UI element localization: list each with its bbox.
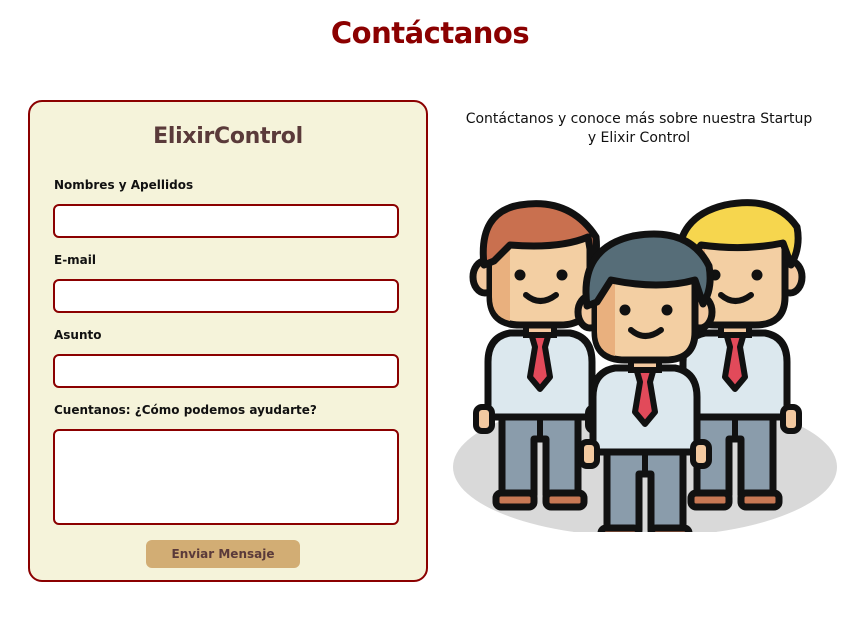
subject-label: Asunto: [54, 328, 102, 342]
email-label: E-mail: [54, 253, 97, 267]
message-label: Cuentanos: ¿Cómo podemos ayudarte?: [54, 403, 317, 417]
message-textarea[interactable]: [53, 429, 399, 525]
page-title: Contáctanos: [330, 16, 530, 50]
intro-line-2: y Elixir Control: [587, 130, 691, 146]
contact-form: ElixirControl Nombres y Apellidos E-mail…: [28, 100, 428, 582]
brand-name: ElixirControl: [153, 124, 303, 149]
name-input[interactable]: [53, 204, 399, 238]
email-input[interactable]: [53, 279, 399, 313]
subject-input[interactable]: [53, 354, 399, 388]
send-message-button[interactable]: Enviar Mensaje: [146, 540, 300, 568]
intro-line-1: Contáctanos y conoce más sobre nuestra S…: [465, 111, 813, 127]
name-label: Nombres y Apellidos: [54, 178, 194, 192]
team-of-three-businessmen-icon: [453, 199, 837, 532]
intro-text: Contáctanos y conoce más sobre nuestra S…: [440, 110, 838, 148]
